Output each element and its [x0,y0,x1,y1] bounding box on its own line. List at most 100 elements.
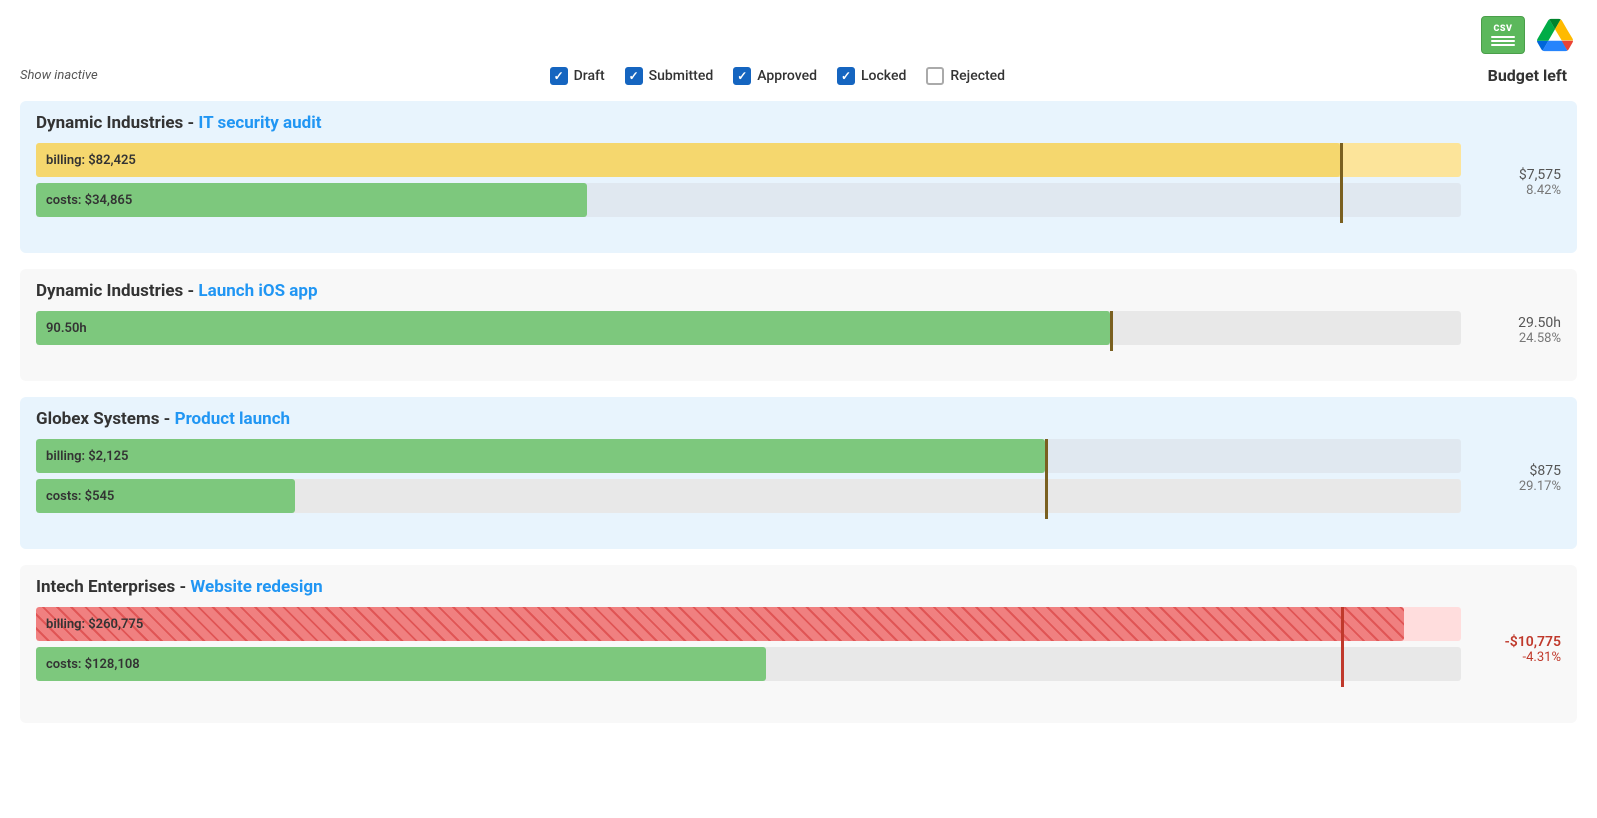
submitted-checkbox[interactable] [625,67,643,85]
draft-label: Draft [574,68,605,84]
bar-track-costs: costs: $128,108 [36,647,1461,681]
project-client: Dynamic Industries [36,113,183,133]
bar-label-costs: costs: $34,865 [46,193,132,208]
project-title-p1: Dynamic Industries - IT security audit [36,113,1561,133]
bars-stats-p3: billing: $2,125 costs: $545 $3,000 $87529.1… [36,439,1561,537]
bar-label-billing: billing: $2,125 [46,449,128,464]
project-separator: - [159,409,174,429]
rejected-checkbox[interactable] [926,67,944,85]
bar-fill-billing: billing: $2,125 [36,439,1045,473]
project-title-p4: Intech Enterprises - Website redesign [36,577,1561,597]
show-inactive-label: Show inactive [20,68,98,83]
toolbar-icons: CSV [1481,16,1577,54]
bar-fill-costs: costs: $545 [36,479,295,513]
stat-value-p4: -$10,775 [1505,634,1561,650]
draft-checkbox[interactable] [550,67,568,85]
bar-fill-hours: 90.50h [36,311,1110,345]
stat-value-p3: $875 [1530,463,1561,479]
bars-section-p2: 90.50h 120.00h [36,311,1461,369]
bar-fill-costs: costs: $34,865 [36,183,587,217]
budget-label-row-p4: $250,000 [36,687,1461,711]
stats-section-p4: -$10,775-4.31% [1461,607,1561,711]
csv-export-button[interactable]: CSV [1481,16,1525,54]
bar-track-costs: costs: $34,865 [36,183,1461,217]
project-separator: - [183,113,198,133]
page: CSV Show inactive [0,0,1597,818]
project-separator: - [183,281,198,301]
project-card-p4: Intech Enterprises - Website redesign bil… [20,565,1577,723]
project-name[interactable]: Website redesign [190,577,322,597]
bar-label-billing: billing: $82,425 [46,153,136,168]
budget-label-row-p1: $90,000 [36,223,1461,241]
bars-section-p4: billing: $260,775 costs: $128,108 $250,000 [36,607,1461,711]
approved-label: Approved [757,68,817,84]
bar-track-billing: billing: $2,125 [36,439,1461,473]
project-client: Dynamic Industries [36,281,183,301]
stat-pct-p1: 8.42% [1526,183,1561,198]
budget-marker-p4 [1341,607,1344,687]
stats-section-p2: 29.50h24.58% [1461,311,1561,369]
submitted-label: Submitted [649,68,714,84]
bars-stats-p1: billing: $82,425 costs: $34,865 $90,000 $7,… [36,143,1561,241]
stat-value-p2: 29.50h [1518,315,1561,331]
project-title-p3: Globex Systems - Product launch [36,409,1561,429]
project-name[interactable]: Product launch [175,409,290,429]
filter-draft[interactable]: Draft [550,67,605,85]
bar-fill-billing: billing: $82,425 [36,143,1340,177]
project-card-p2: Dynamic Industries - Launch iOS app 90.50… [20,269,1577,381]
project-name[interactable]: IT security audit [198,113,321,133]
bars-section-p1: billing: $82,425 costs: $34,865 $90,000 [36,143,1461,241]
project-client: Intech Enterprises [36,577,175,597]
filter-checkboxes: Draft Submitted Approved Locked Rejected [122,67,1433,85]
project-client: Globex Systems [36,409,159,429]
bar-label-hours: 90.50h [46,321,87,336]
bar-label-costs: costs: $128,108 [46,657,140,672]
project-card-p1: Dynamic Industries - IT security audit bi… [20,101,1577,253]
locked-checkbox[interactable] [837,67,855,85]
bar-row-costs: costs: $128,108 [36,647,1461,681]
rejected-label: Rejected [950,68,1005,84]
google-drive-button[interactable] [1533,16,1577,54]
project-name[interactable]: Launch iOS app [198,281,317,301]
filter-approved[interactable]: Approved [733,67,817,85]
projects-list: Dynamic Industries - IT security audit bi… [20,101,1577,723]
locked-label: Locked [861,68,906,84]
filters-row: Show inactive Draft Submitted Approved L… [20,66,1577,85]
bar-fill-billing: billing: $260,775 [36,607,1404,641]
bar-label-costs: costs: $545 [46,489,114,504]
budget-left-label: Budget left [1457,66,1577,85]
project-card-p3: Globex Systems - Product launch billing: … [20,397,1577,549]
filter-locked[interactable]: Locked [837,67,906,85]
stat-pct-p3: 29.17% [1519,479,1561,494]
bar-track-costs: costs: $545 [36,479,1461,513]
approved-checkbox[interactable] [733,67,751,85]
filter-submitted[interactable]: Submitted [625,67,714,85]
bar-label-billing: billing: $260,775 [46,617,143,632]
filter-rejected[interactable]: Rejected [926,67,1005,85]
bar-row-costs: costs: $545 [36,479,1461,513]
bar-row-billing: billing: $260,775 [36,607,1461,641]
bar-row-billing: billing: $2,125 [36,439,1461,473]
stat-pct-p2: 24.58% [1519,331,1561,346]
budget-marker-p3 [1045,439,1048,519]
bar-track-hours: 90.50h [36,311,1461,345]
budget-marker-p1 [1340,143,1343,223]
bar-track-billing: billing: $260,775 [36,607,1461,641]
bars-section-p3: billing: $2,125 costs: $545 $3,000 [36,439,1461,537]
csv-label: CSV [1494,24,1513,34]
bars-stats-p4: billing: $260,775 costs: $128,108 $250,000… [36,607,1561,711]
bar-row-hours: 90.50h [36,311,1461,345]
bar-row-costs: costs: $34,865 [36,183,1461,217]
bar-fill-costs: costs: $128,108 [36,647,766,681]
stat-value-p1: $7,575 [1519,167,1561,183]
budget-label-row-p3: $3,000 [36,519,1461,537]
budget-label-row-p2: 120.00h [36,351,1461,369]
project-title-p2: Dynamic Industries - Launch iOS app [36,281,1561,301]
project-separator: - [175,577,190,597]
toolbar: CSV [20,16,1577,54]
csv-lines-icon [1491,36,1515,46]
bars-stats-p2: 90.50h120.00h29.50h24.58% [36,311,1561,369]
bar-track-billing: billing: $82,425 [36,143,1461,177]
bar-row-billing: billing: $82,425 [36,143,1461,177]
stat-pct-p4: -4.31% [1523,650,1561,665]
